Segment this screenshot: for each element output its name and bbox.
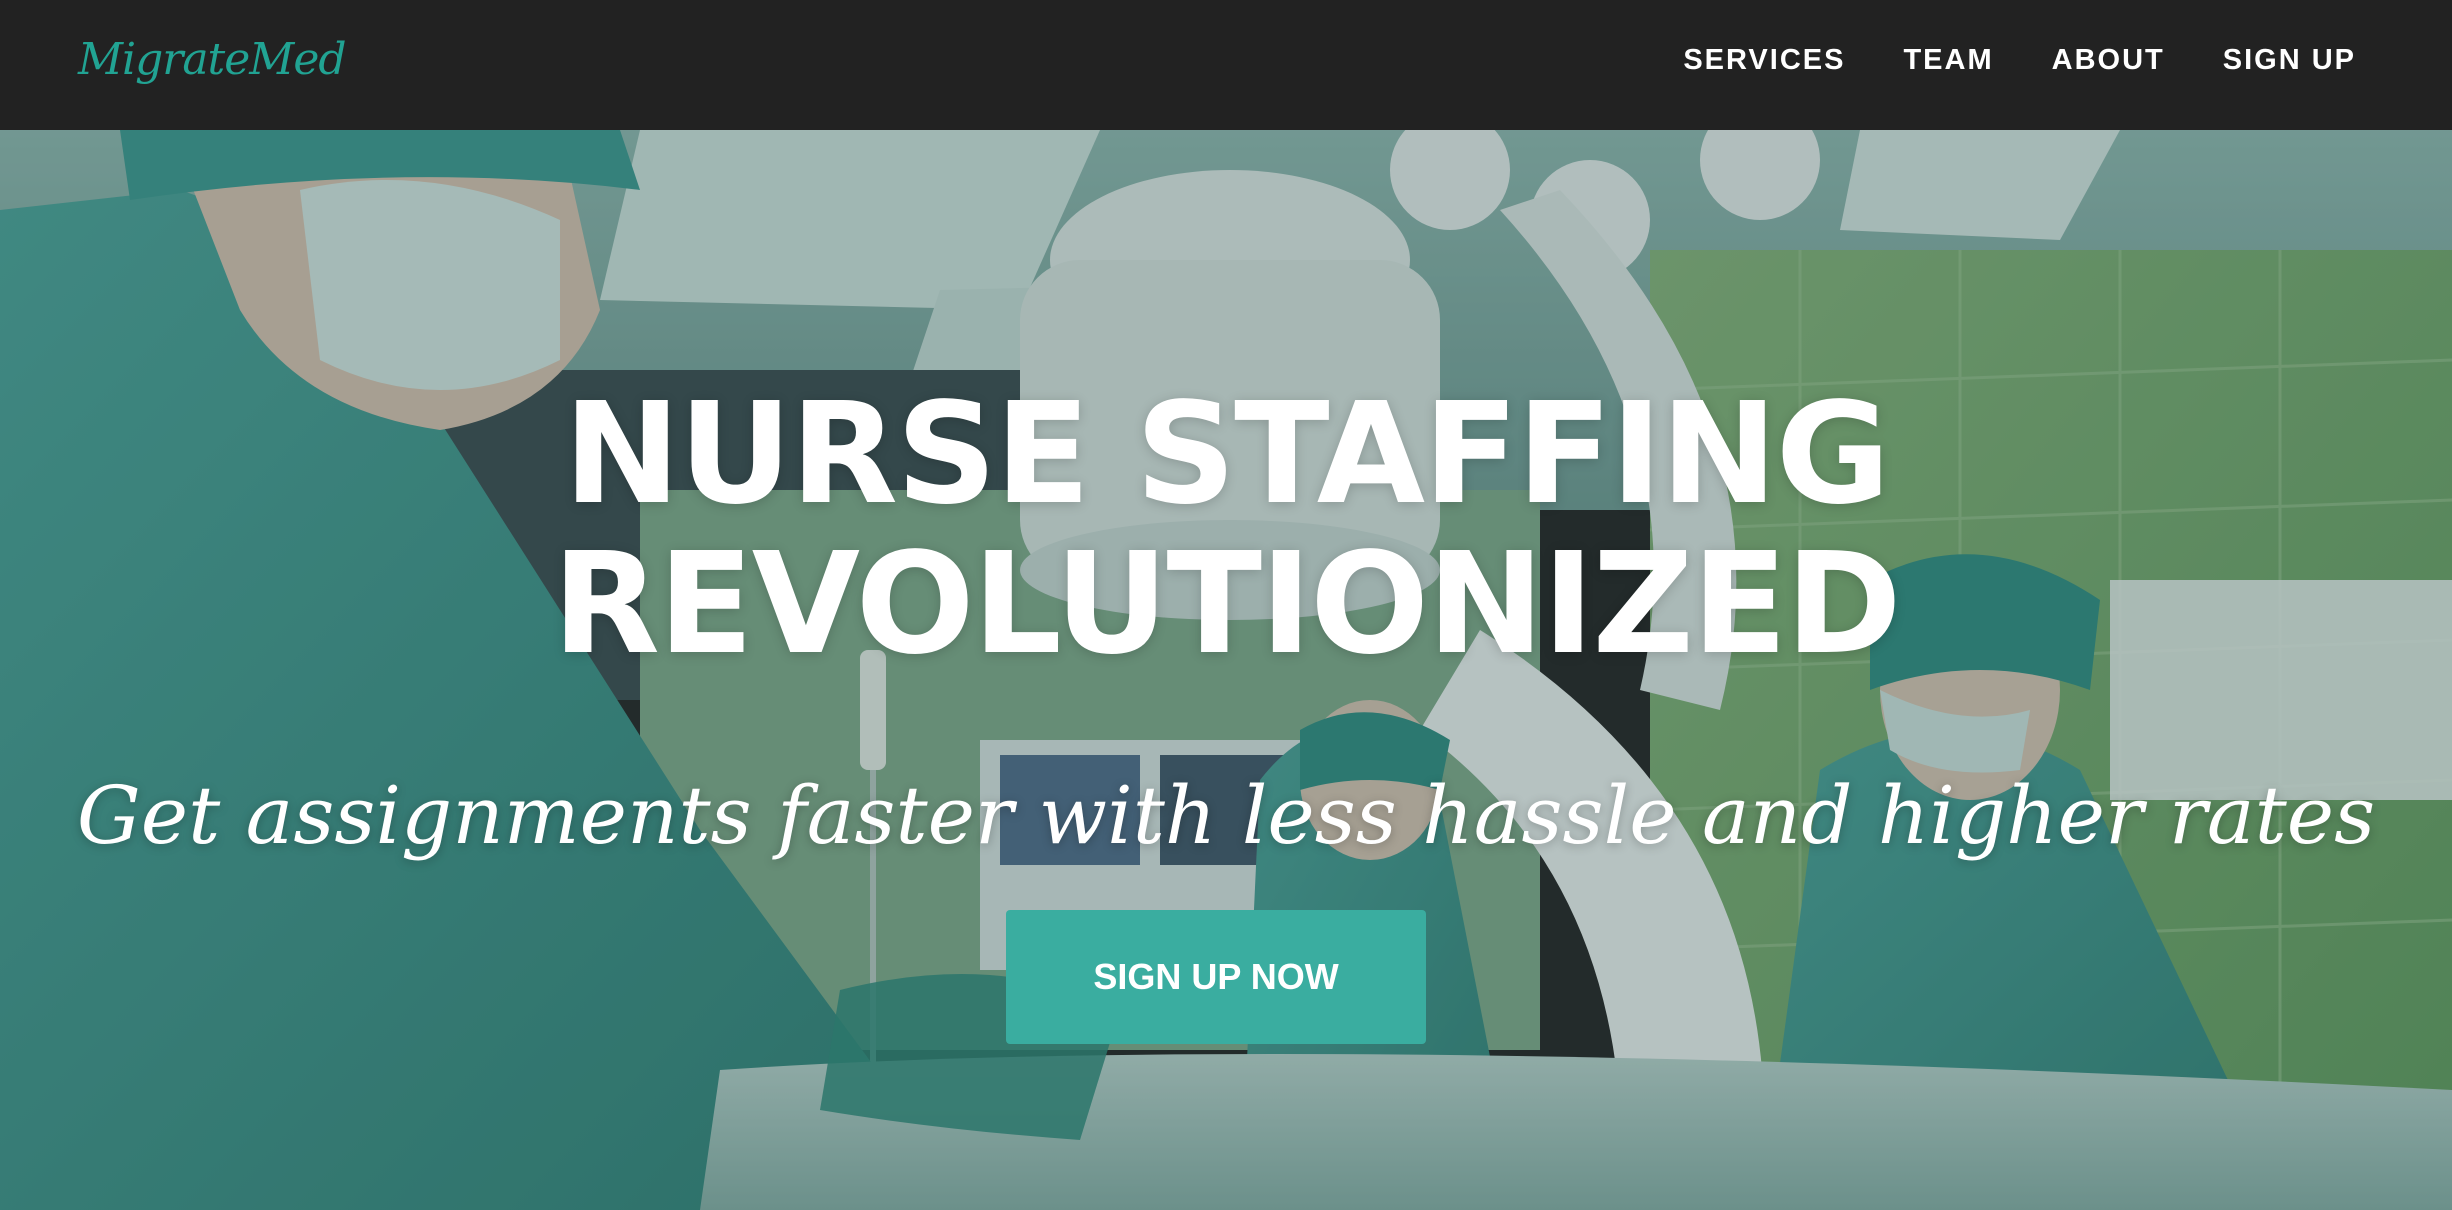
hero-section: NURSE STAFFING REVOLUTIONIZED Get assign… xyxy=(0,130,2452,1210)
hero-tagline: Get assignments faster with less hassle … xyxy=(76,769,2376,862)
nav-link-team[interactable]: TEAM xyxy=(1903,38,1993,82)
hero-title-line-1: NURSE STAFFING xyxy=(563,373,1890,536)
hero-title-line-2: REVOLUTIONIZED xyxy=(552,523,1901,686)
nav-link-about[interactable]: ABOUT xyxy=(2052,38,2165,82)
brand-logo[interactable]: MigrateMed xyxy=(78,30,347,90)
nav-link-sign-up[interactable]: SIGN UP xyxy=(2223,38,2356,82)
top-navbar: MigrateMed SERVICES TEAM ABOUT SIGN UP xyxy=(0,0,2452,130)
hero-content: NURSE STAFFING REVOLUTIONIZED Get assign… xyxy=(0,130,2452,1210)
hero-title: NURSE STAFFING REVOLUTIONIZED xyxy=(0,380,2452,680)
sign-up-now-button[interactable]: SIGN UP NOW xyxy=(1006,910,1426,1044)
nav-links: SERVICES TEAM ABOUT SIGN UP xyxy=(1683,38,2356,82)
nav-link-services[interactable]: SERVICES xyxy=(1683,38,1845,82)
